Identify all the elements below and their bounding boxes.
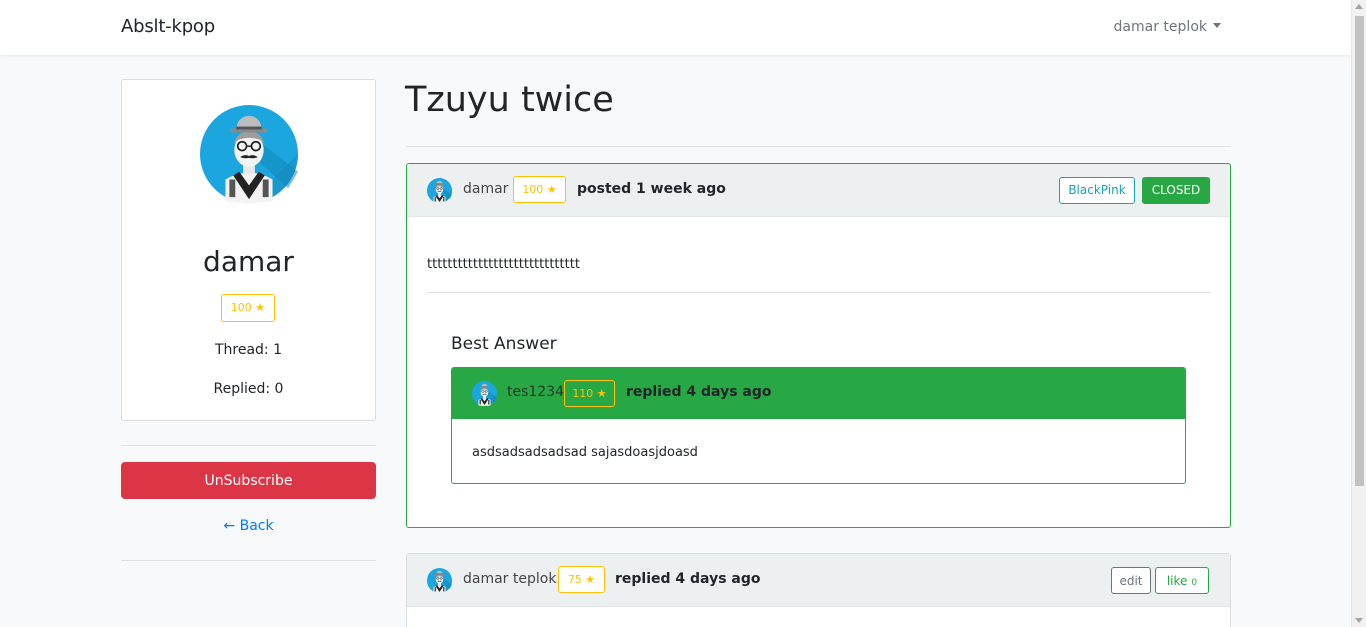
star-score-badge: 75 ★	[558, 566, 605, 593]
post-header: damar 100 ★ posted 1 week ago BlackPink …	[407, 164, 1230, 217]
author-name: tes1234	[507, 384, 565, 400]
author-name: damar teplok	[463, 571, 557, 587]
star-score-badge: 100 ★	[513, 176, 566, 203]
divider	[121, 560, 376, 561]
reply-header: damar teplok 75 ★ replied 4 days ago edi…	[407, 554, 1230, 607]
avatar	[200, 105, 298, 203]
like-button[interactable]: like 0	[1155, 567, 1209, 594]
post-body: tttttttttttttttttttttttttttttt	[427, 257, 580, 272]
like-label: like	[1166, 573, 1188, 588]
scroll-up-icon[interactable]	[1355, 4, 1363, 9]
user-menu-dropdown[interactable]: damar teplok	[1114, 19, 1221, 35]
avatar	[427, 568, 452, 593]
chevron-down-icon	[1213, 23, 1221, 28]
divider	[427, 292, 1211, 293]
best-answer-heading: Best Answer	[451, 334, 557, 354]
page-title: Tzuyu twice	[405, 80, 614, 120]
divider	[121, 445, 376, 446]
star-score-badge: 110 ★	[564, 380, 615, 407]
post-time: posted 1 week ago	[577, 181, 726, 197]
scrollbar[interactable]	[1351, 0, 1366, 627]
edit-button[interactable]: edit	[1111, 567, 1151, 594]
reply-time: replied 4 days ago	[615, 571, 761, 587]
scroll-down-icon[interactable]	[1355, 618, 1363, 623]
author-name: damar	[463, 181, 509, 197]
best-answer-card: tes1234 110 ★ replied 4 days ago asdsads…	[451, 367, 1186, 484]
scrollbar-thumb[interactable]	[1355, 16, 1364, 486]
reply-time: replied 4 days ago	[626, 384, 772, 400]
brand-link[interactable]: Abslt-kpop	[121, 16, 215, 37]
answer-body: asdsadsadsadsad sajasdoasjdoasd	[472, 445, 698, 460]
profile-name: damar	[203, 245, 294, 278]
navbar: Abslt-kpop damar teplok	[0, 0, 1351, 55]
category-tag[interactable]: BlackPink	[1059, 177, 1135, 204]
user-menu-label: damar teplok	[1113, 19, 1207, 35]
star-score-badge: 100 ★	[221, 294, 275, 322]
unsubscribe-button[interactable]: UnSubscribe	[121, 462, 376, 499]
thread-post-card: damar 100 ★ posted 1 week ago BlackPink …	[406, 163, 1231, 528]
answer-header: tes1234 110 ★ replied 4 days ago	[452, 368, 1185, 419]
avatar	[427, 178, 452, 203]
divider	[406, 146, 1231, 147]
status-badge: CLOSED	[1142, 177, 1210, 204]
profile-card: damar 100 ★ Thread: 1 Replied: 0	[121, 79, 376, 421]
reply-card: damar teplok 75 ★ replied 4 days ago edi…	[406, 553, 1231, 627]
replied-count: Replied: 0	[213, 381, 284, 397]
avatar	[472, 381, 497, 406]
like-count: 0	[1191, 577, 1198, 588]
thread-count: Thread: 1	[214, 342, 283, 358]
